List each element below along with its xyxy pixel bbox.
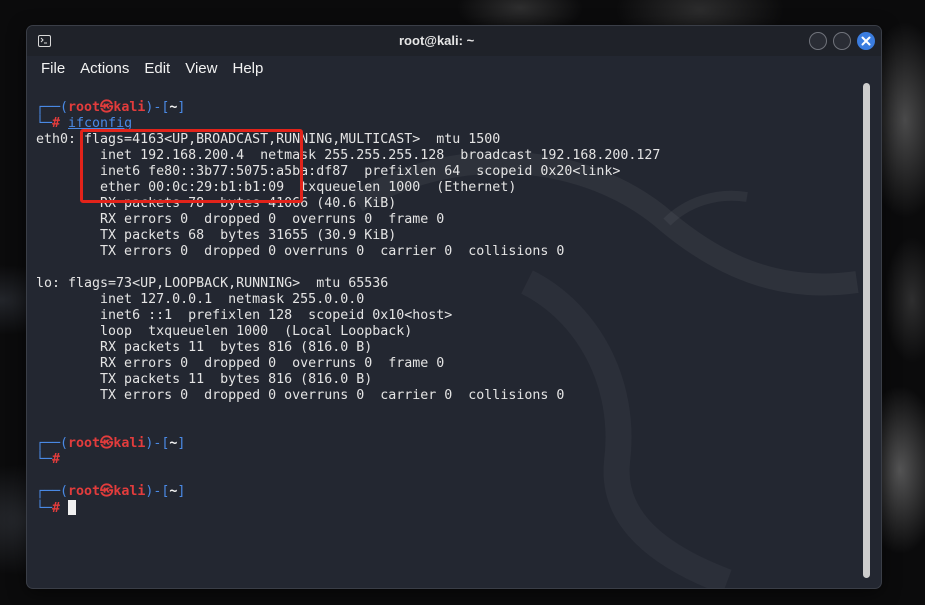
prompt-open: ┌──( xyxy=(36,436,69,451)
text-cursor xyxy=(68,500,77,515)
terminal-window[interactable]: root@kali: ~ File Actions Edit View Help… xyxy=(27,26,881,588)
menu-actions[interactable]: Actions xyxy=(80,60,129,77)
prompt-corner: └─ xyxy=(36,501,53,516)
prompt-dir-open: )-[ xyxy=(145,100,170,115)
prompt-user-host: root㉿kali xyxy=(68,436,146,451)
output-line: loop txqueuelen 1000 (Local Loopback) xyxy=(36,324,413,339)
prompt-dir-open: )-[ xyxy=(145,436,170,451)
output-line: RX errors 0 dropped 0 overruns 0 frame 0 xyxy=(36,356,445,371)
terminal-area[interactable]: ┌──(root㉿kali)-[~] └─# ifconfig eth0: fla… xyxy=(27,82,881,588)
terminal-icon xyxy=(38,35,51,47)
output-line: TX errors 0 dropped 0 overruns 0 carrier… xyxy=(36,244,565,259)
menu-bar: File Actions Edit View Help xyxy=(41,56,263,80)
output-line: RX errors 0 dropped 0 overruns 0 frame 0 xyxy=(36,212,445,227)
close-icon xyxy=(861,36,871,46)
prompt-dir-open: )-[ xyxy=(145,484,170,499)
close-button[interactable] xyxy=(857,32,875,50)
prompt-corner: └─ xyxy=(36,452,53,467)
window-title: root@kali: ~ xyxy=(399,33,475,48)
prompt-symbol: # xyxy=(52,116,61,131)
prompt-user-host: root㉿kali xyxy=(68,100,146,115)
output-line: RX packets 11 bytes 816 (816.0 B) xyxy=(36,340,373,355)
output-line: TX packets 11 bytes 816 (816.0 B) xyxy=(36,372,373,387)
menu-edit[interactable]: Edit xyxy=(144,60,170,77)
prompt-symbol: # xyxy=(52,501,61,516)
prompt-symbol: # xyxy=(52,452,61,467)
output-line: inet6 ::1 prefixlen 128 scopeid 0x10<hos… xyxy=(36,308,453,323)
prompt-open: ┌──( xyxy=(36,100,69,115)
prompt-top-line: ┌──(root㉿kali)-[~] xyxy=(36,100,660,116)
output-line: lo: flags=73<UP,LOOPBACK,RUNNING> mtu 65… xyxy=(36,276,389,291)
minimize-button[interactable] xyxy=(809,32,827,50)
scrollbar-thumb[interactable] xyxy=(863,83,870,578)
prompt-command-line: └─# xyxy=(36,452,660,468)
highlight-box xyxy=(80,129,303,203)
menu-file[interactable]: File xyxy=(41,60,65,77)
prompt-dir-close: ] xyxy=(177,484,186,499)
menu-help[interactable]: Help xyxy=(232,60,263,77)
menu-view[interactable]: View xyxy=(185,60,217,77)
title-bar[interactable]: root@kali: ~ xyxy=(27,26,881,56)
prompt-open: ┌──( xyxy=(36,484,69,499)
output-line: TX errors 0 dropped 0 overruns 0 carrier… xyxy=(36,388,565,403)
prompt-top-line: ┌──(root㉿kali)-[~] xyxy=(36,484,660,500)
prompt-top-line: ┌──(root㉿kali)-[~] xyxy=(36,436,660,452)
maximize-button[interactable] xyxy=(833,32,851,50)
output-line: inet 127.0.0.1 netmask 255.0.0.0 xyxy=(36,292,365,307)
prompt-corner: └─ xyxy=(36,116,53,131)
output-line: TX packets 68 bytes 31655 (30.9 KiB) xyxy=(36,228,397,243)
prompt-input-line[interactable]: └─# xyxy=(36,500,660,516)
prompt-dir-close: ] xyxy=(177,100,186,115)
prompt-dir-close: ] xyxy=(177,436,186,451)
prompt-user-host: root㉿kali xyxy=(68,484,146,499)
